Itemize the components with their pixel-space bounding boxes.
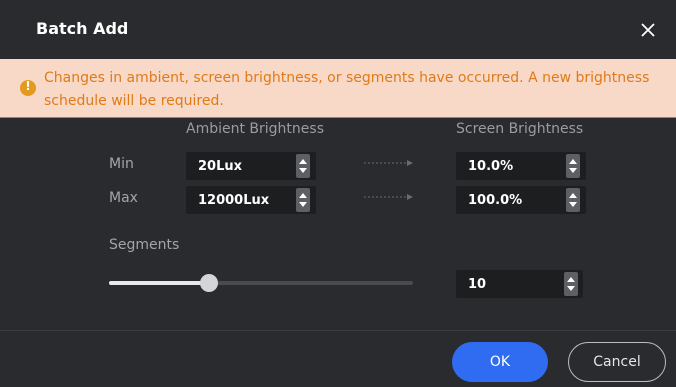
ambient-max-field[interactable]: 12000Lux bbox=[186, 186, 316, 214]
stepper-down-icon[interactable] bbox=[567, 286, 575, 291]
slider-thumb[interactable] bbox=[200, 274, 218, 292]
stepper-up-icon[interactable] bbox=[299, 159, 307, 164]
slider-fill bbox=[109, 281, 209, 285]
stepper-up-icon[interactable] bbox=[569, 159, 577, 164]
ambient-max-stepper[interactable] bbox=[296, 188, 310, 212]
warning-icon bbox=[20, 79, 36, 96]
ok-button[interactable]: OK bbox=[452, 342, 548, 382]
segments-slider[interactable] bbox=[109, 272, 413, 294]
screen-brightness-header: Screen Brightness bbox=[456, 121, 584, 137]
warning-banner: Changes in ambient, screen brightness, o… bbox=[0, 59, 676, 118]
screen-min-stepper[interactable] bbox=[566, 154, 580, 178]
stepper-down-icon[interactable] bbox=[299, 168, 307, 173]
screen-max-value: 100.0% bbox=[468, 193, 523, 208]
ambient-min-stepper[interactable] bbox=[296, 154, 310, 178]
batch-add-dialog: Batch Add Changes in ambient, screen bri… bbox=[0, 0, 676, 387]
max-label: Max bbox=[109, 190, 138, 206]
cancel-button[interactable]: Cancel bbox=[568, 342, 666, 382]
stepper-up-icon[interactable] bbox=[569, 193, 577, 198]
ambient-min-value: 20Lux bbox=[198, 159, 243, 174]
stepper-down-icon[interactable] bbox=[569, 168, 577, 173]
ambient-min-field[interactable]: 20Lux bbox=[186, 152, 316, 180]
stepper-down-icon[interactable] bbox=[569, 202, 577, 207]
ambient-max-value: 12000Lux bbox=[198, 193, 270, 208]
screen-max-field[interactable]: 100.0% bbox=[456, 186, 586, 214]
stepper-up-icon[interactable] bbox=[299, 193, 307, 198]
dotted-arrow-icon bbox=[364, 160, 413, 166]
title-bar: Batch Add bbox=[0, 0, 676, 52]
close-icon[interactable] bbox=[638, 20, 658, 40]
dotted-arrow-icon bbox=[364, 194, 413, 200]
segments-value: 10 bbox=[468, 277, 487, 292]
screen-min-value: 10.0% bbox=[468, 159, 514, 174]
dialog-title: Batch Add bbox=[36, 19, 129, 38]
segments-field[interactable]: 10 bbox=[456, 270, 583, 298]
ambient-brightness-header: Ambient Brightness bbox=[186, 121, 324, 137]
screen-max-stepper[interactable] bbox=[566, 188, 580, 212]
screen-min-field[interactable]: 10.0% bbox=[456, 152, 586, 180]
warning-text: Changes in ambient, screen brightness, o… bbox=[44, 70, 650, 109]
min-label: Min bbox=[109, 156, 134, 172]
segments-label: Segments bbox=[109, 237, 180, 253]
footer-divider bbox=[0, 330, 676, 331]
stepper-up-icon[interactable] bbox=[567, 277, 575, 282]
stepper-down-icon[interactable] bbox=[299, 202, 307, 207]
segments-stepper[interactable] bbox=[564, 272, 578, 296]
